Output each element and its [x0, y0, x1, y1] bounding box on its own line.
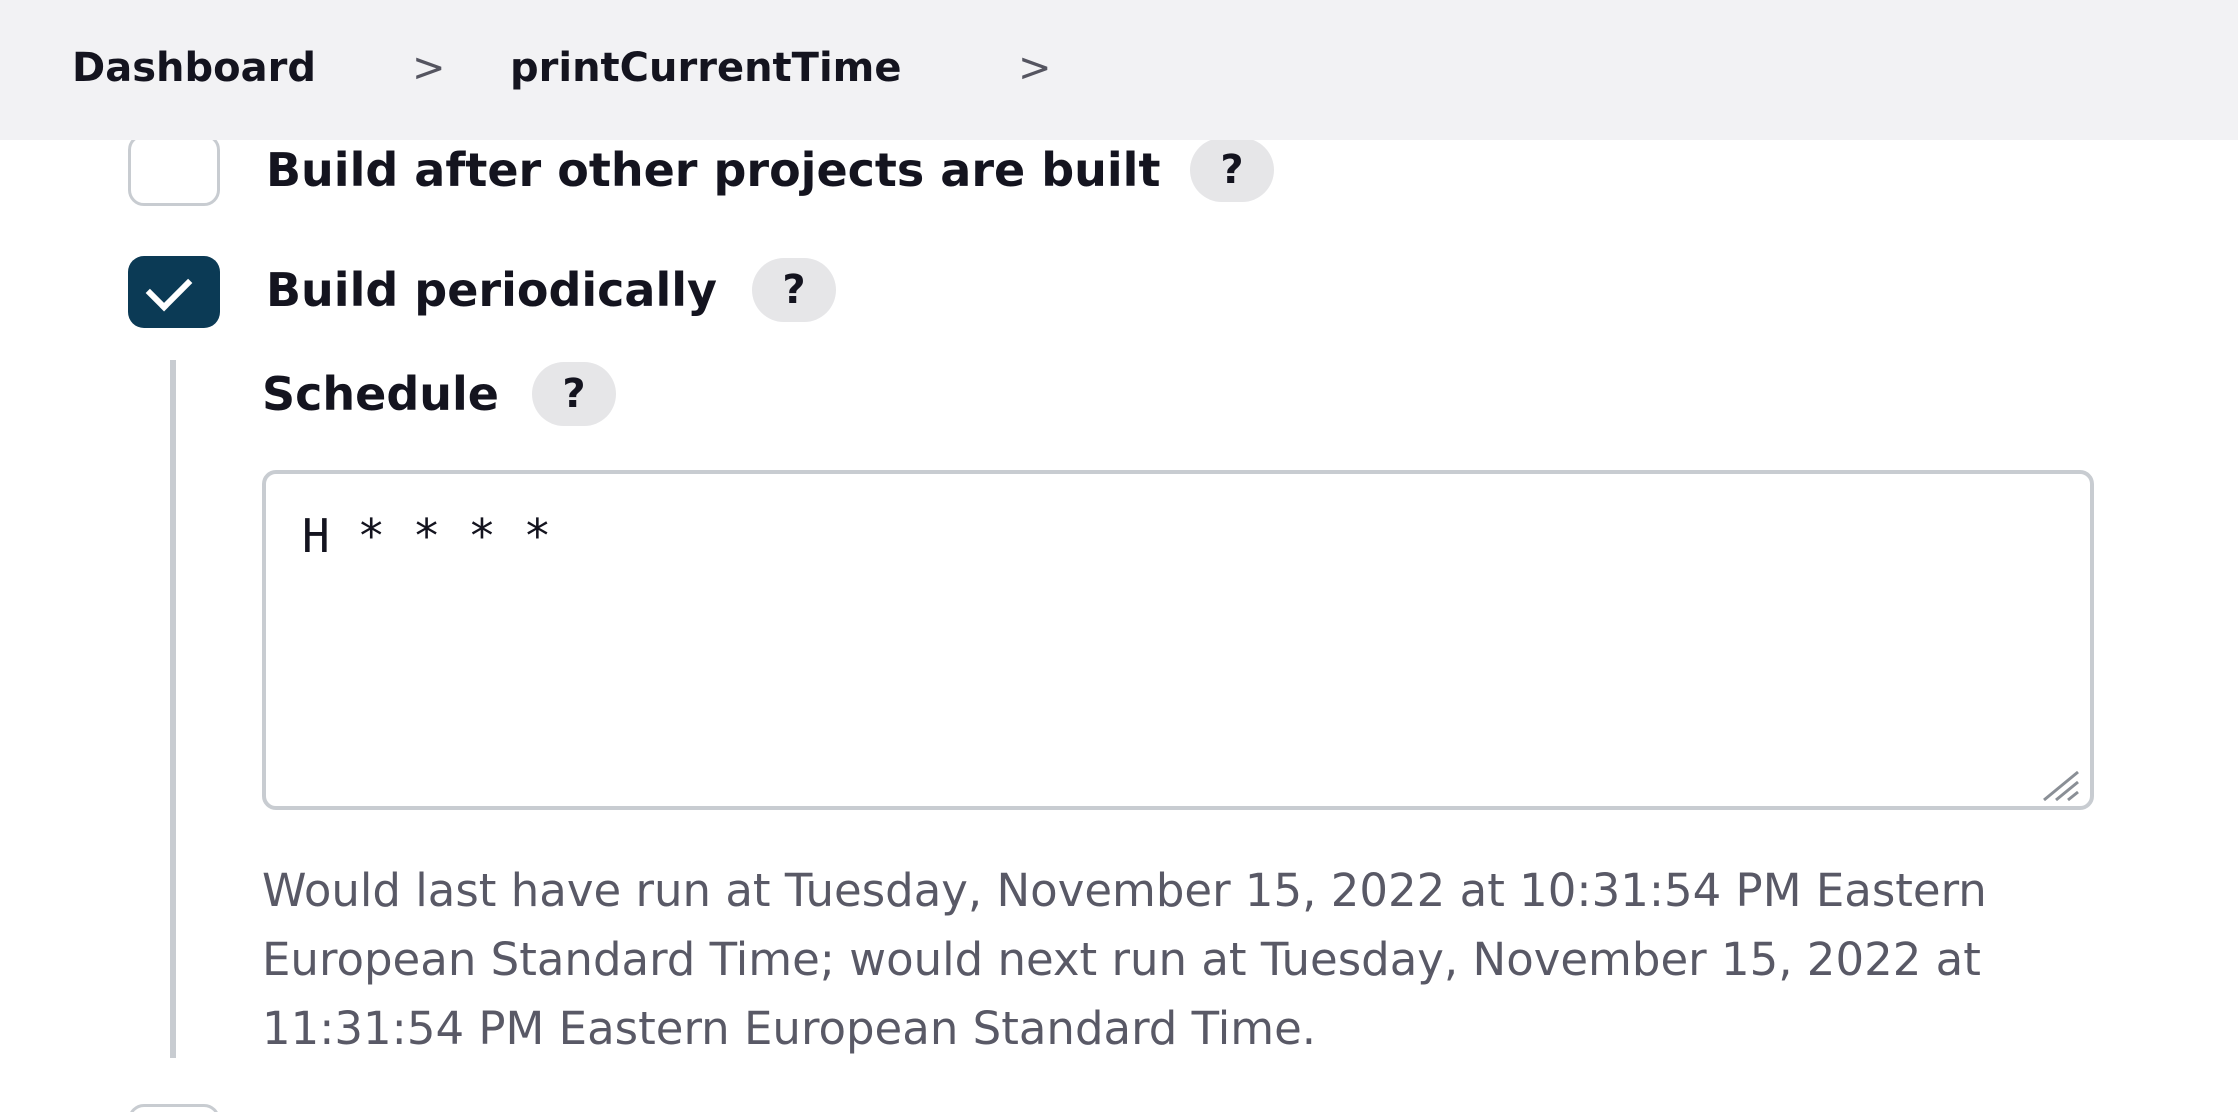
breadcrumb-dashboard-link[interactable]: Dashboard: [72, 40, 316, 96]
schedule-info-text: Would last have run at Tuesday, November…: [262, 864, 1987, 1055]
help-icon[interactable]: ?: [532, 362, 616, 426]
build-periodically-checkbox[interactable]: [128, 256, 220, 328]
schedule-label: Schedule: [262, 367, 499, 421]
chevron-right-icon[interactable]: >: [412, 40, 446, 96]
build-periodically-label[interactable]: Build periodically: [266, 260, 717, 320]
breadcrumb-job-link[interactable]: printCurrentTime: [510, 40, 901, 96]
checkmark-icon: [145, 264, 193, 312]
nested-section-line: [170, 360, 176, 1058]
build-after-other-label[interactable]: Build after other projects are built: [266, 140, 1160, 200]
schedule-textarea[interactable]: [262, 470, 2094, 810]
help-icon[interactable]: ?: [752, 258, 836, 322]
chevron-right-icon[interactable]: >: [1018, 40, 1052, 96]
next-option-checkbox[interactable]: [128, 1104, 220, 1112]
job-config-page: Dashboard > printCurrentTime > Build aft…: [0, 0, 2238, 1112]
build-after-other-checkbox[interactable]: [128, 134, 220, 206]
help-icon[interactable]: ?: [1190, 138, 1274, 202]
resize-handle-icon[interactable]: [2038, 768, 2082, 802]
breadcrumb: Dashboard > printCurrentTime >: [0, 0, 2238, 140]
